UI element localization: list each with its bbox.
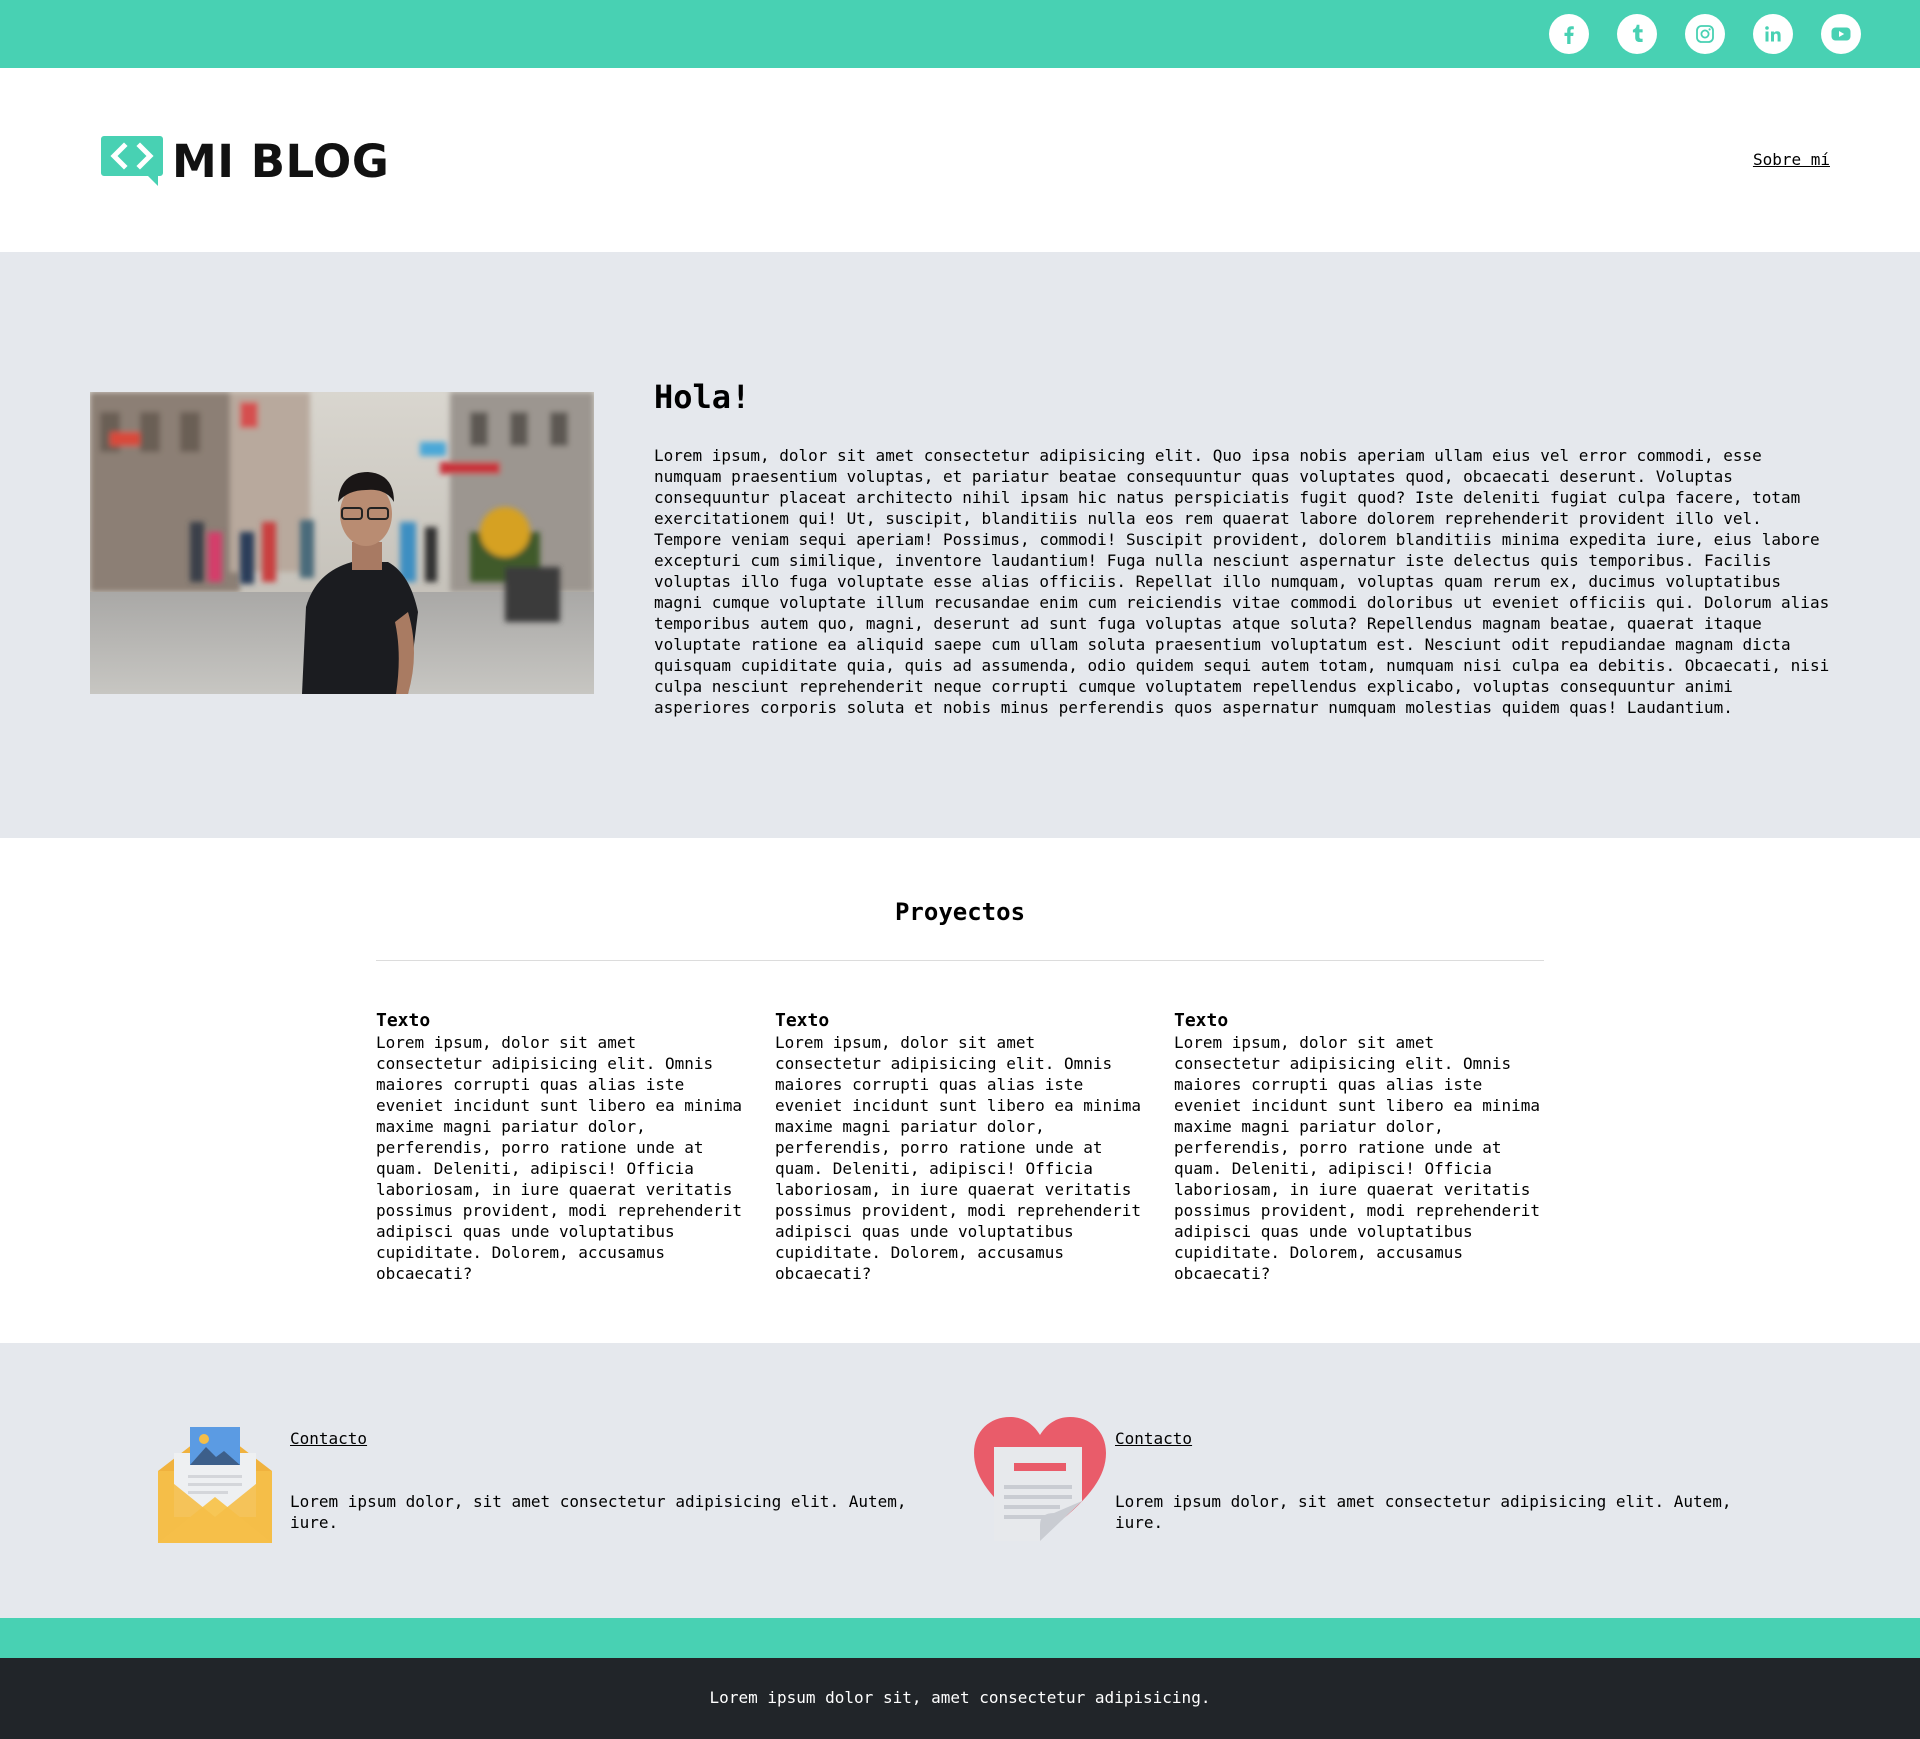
hero-section: Hola! Lorem ipsum, dolor sit amet consec… [0, 252, 1920, 838]
contact-text: Lorem ipsum dolor, sit amet consectetur … [1115, 1492, 1732, 1532]
hero-title: Hola! [654, 378, 751, 416]
tumblr-icon [1632, 24, 1643, 42]
linkedin-link[interactable] [1753, 14, 1793, 54]
facebook-link[interactable] [1549, 14, 1589, 54]
project-card: Texto Lorem ipsum, dolor sit amet consec… [1174, 1010, 1546, 1284]
project-text: Lorem ipsum, dolor sit amet consectetur … [376, 1033, 743, 1283]
linkedin-icon [1765, 26, 1781, 42]
envelope-icon [158, 1427, 272, 1543]
nav-link-about[interactable]: Sobre mí [1753, 150, 1830, 169]
project-card: Texto Lorem ipsum, dolor sit amet consec… [376, 1010, 748, 1284]
facebook-icon [1564, 26, 1574, 44]
instagram-icon [1696, 25, 1714, 43]
social-bar [0, 0, 1920, 68]
site-footer: Lorem ipsum dolor sit, amet consectetur … [0, 1658, 1920, 1739]
project-title: Texto [775, 1010, 830, 1031]
heart-letter-icon [974, 1417, 1106, 1541]
project-text: Lorem ipsum, dolor sit amet consectetur … [775, 1033, 1142, 1283]
instagram-link[interactable] [1685, 14, 1725, 54]
tumblr-link[interactable] [1617, 14, 1657, 54]
contact-text: Lorem ipsum dolor, sit amet consectetur … [290, 1492, 907, 1532]
projects-title: Proyectos [894, 898, 1026, 926]
youtube-icon [1831, 27, 1851, 41]
hero-text: Lorem ipsum, dolor sit amet consectetur … [654, 446, 1830, 717]
contact-section: Contacto Lorem ipsum dolor, sit amet con… [0, 1343, 1920, 1618]
code-bubble-icon [101, 136, 163, 186]
contact-link[interactable]: Contacto [1115, 1429, 1192, 1448]
project-text: Lorem ipsum, dolor sit amet consectetur … [1174, 1033, 1541, 1283]
footer-text: Lorem ipsum dolor sit, amet consectetur … [709, 1688, 1211, 1707]
site-header: MI BLOG Sobre mí [0, 68, 1920, 252]
project-title: Texto [1174, 1010, 1229, 1031]
profile-photo [90, 392, 594, 694]
footer-accent-bar [0, 1618, 1920, 1658]
project-title: Texto [376, 1010, 431, 1031]
logo[interactable]: MI BLOG [100, 134, 390, 188]
youtube-link[interactable] [1821, 14, 1861, 54]
divider [376, 960, 1544, 961]
project-card: Texto Lorem ipsum, dolor sit amet consec… [775, 1010, 1147, 1284]
contact-link[interactable]: Contacto [290, 1429, 367, 1448]
logo-text: MI BLOG [172, 134, 390, 188]
